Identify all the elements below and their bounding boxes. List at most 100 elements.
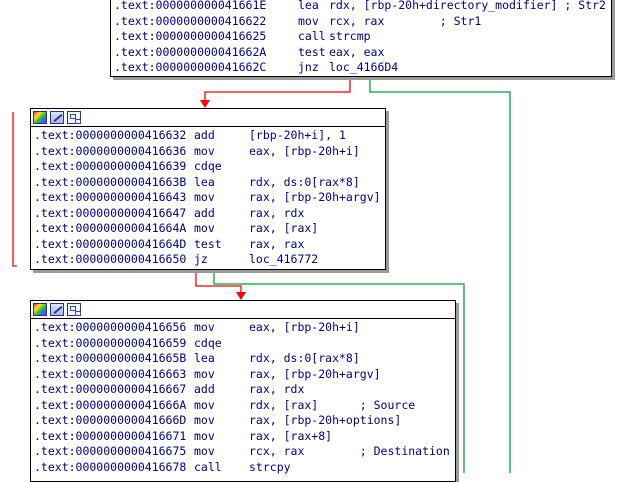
operands[interactable]: rax, [rbp-20h+argv] [249,367,381,383]
mnemonic[interactable]: mov [298,14,319,30]
operands[interactable]: rdx, ds:0[rax*8] [249,175,360,191]
address-label[interactable]: .text:0000000000416622 [114,14,266,30]
asm-line[interactable]: .text:0000000000416632 add [rbp-20h+i], 1 [31,128,385,144]
operands[interactable]: strcmp [329,29,371,45]
operands[interactable]: rax, rdx [249,382,304,398]
address-label[interactable]: .text:000000000041663B [34,175,186,191]
operands[interactable]: rax, [rbp-20h+argv] [249,190,381,206]
edge-top-to-middle[interactable] [204,76,351,102]
mnemonic[interactable]: lea [194,175,215,191]
mnemonic[interactable]: mov [194,320,215,336]
mnemonic[interactable]: cdqe [194,159,222,175]
mnemonic[interactable]: mov [194,190,215,206]
address-label[interactable]: .text:0000000000416632 [34,128,186,144]
mnemonic[interactable]: mov [194,429,215,445]
mnemonic[interactable]: mov [194,413,215,429]
mnemonic[interactable]: call [298,29,326,45]
asm-line[interactable]: .text:0000000000416671 mov rax, [rax+8] [31,429,455,445]
address-label[interactable]: .text:000000000041662A [114,45,266,61]
address-label[interactable]: .text:0000000000416663 [34,367,186,383]
operands[interactable]: loc_4166D4 [329,60,398,76]
address-label[interactable]: .text:0000000000416659 [34,336,186,352]
asm-line[interactable]: .text:0000000000416667 add rax, rdx [31,382,455,398]
address-label[interactable]: .text:0000000000416650 [34,252,186,268]
mnemonic[interactable]: mov [194,144,215,160]
asm-line[interactable]: .text:000000000041661E lea rdx, [rbp-20h+d… [111,0,611,14]
operands[interactable]: eax, eax [329,45,384,61]
asm-line[interactable]: .text:0000000000416659 cdqe [31,336,455,352]
asm-line[interactable]: .text:000000000041666D mov rax, [rbp-20h+o… [31,413,455,429]
mnemonic[interactable]: add [194,128,215,144]
asm-line[interactable]: .text:0000000000416675 mov rcx, rax ; Dest… [31,444,455,460]
color-palette-icon[interactable] [33,303,47,316]
mnemonic[interactable]: mov [194,221,215,237]
asm-line[interactable]: .text:000000000041666A mov rdx, [rax] ; So… [31,398,455,414]
operands[interactable]: rcx, rax ; Str1 [329,14,481,30]
operands[interactable]: rax, [rax+8] [249,429,332,445]
mnemonic[interactable]: lea [298,0,319,14]
brush-icon[interactable] [50,111,64,124]
operands[interactable]: rdx, [rax] ; Source [249,398,415,414]
address-label[interactable]: .text:0000000000416636 [34,144,186,160]
mnemonic[interactable]: jz [194,252,208,268]
mnemonic[interactable]: cdqe [194,336,222,352]
asm-line[interactable]: .text:0000000000416650 jz loc_416772 [31,252,385,268]
mnemonic[interactable]: mov [194,367,215,383]
mnemonic[interactable]: lea [194,351,215,367]
mnemonic[interactable]: jnz [298,60,319,76]
address-label[interactable]: .text:0000000000416639 [34,159,186,175]
operands[interactable]: [rbp-20h+i], 1 [249,128,346,144]
address-label[interactable]: .text:0000000000416643 [34,190,186,206]
address-label[interactable]: .text:000000000041664D [34,237,186,253]
operands[interactable]: rax, [rbp-20h+options] [249,413,401,429]
operands[interactable]: eax, [rbp-20h+i] [249,144,360,160]
code-block-middle[interactable]: .text:0000000000416632 add [rbp-20h+i], 1.… [30,108,386,270]
asm-line[interactable]: .text:0000000000416625 call strcmp [111,29,611,45]
asm-line[interactable]: .text:000000000041662A test eax, eax [111,45,611,61]
asm-line[interactable]: .text:000000000041663B lea rdx, ds:0[rax*8… [31,175,385,191]
asm-line[interactable]: .text:0000000000416643 mov rax, [rbp-20h+a… [31,190,385,206]
address-label[interactable]: .text:0000000000416675 [34,444,186,460]
address-label[interactable]: .text:000000000041666A [34,398,186,414]
operands[interactable]: rcx, rax ; Destination [249,444,450,460]
mnemonic[interactable]: mov [194,444,215,460]
asm-line[interactable]: .text:0000000000416647 add rax, rdx [31,206,385,222]
asm-line[interactable]: .text:0000000000416639 cdqe [31,159,385,175]
operands[interactable]: eax, [rbp-20h+i] [249,320,360,336]
color-palette-icon[interactable] [33,111,47,124]
graph-overview-icon[interactable] [67,303,81,316]
address-label[interactable]: .text:000000000041662C [114,60,266,76]
operands[interactable]: rax, rdx [249,206,304,222]
address-label[interactable]: .text:000000000041665B [34,351,186,367]
edge-left-red[interactable] [12,112,17,267]
mnemonic[interactable]: test [298,45,326,61]
mnemonic[interactable]: test [194,237,222,253]
address-label[interactable]: .text:0000000000416671 [34,429,186,445]
asm-line[interactable]: .text:0000000000416663 mov rax, [rbp-20h+a… [31,367,455,383]
operands[interactable]: loc_416772 [249,252,318,268]
operands[interactable]: rax, rax [249,237,304,253]
asm-line[interactable]: .text:000000000041664A mov rax, [rax] [31,221,385,237]
edge-middle-to-bottom[interactable] [195,270,242,294]
operands[interactable]: rdx, ds:0[rax*8] [249,351,360,367]
operands[interactable]: rdx, [rbp-20h+directory_modifier] ; Str2 [329,0,606,14]
mnemonic[interactable]: add [194,382,215,398]
address-label[interactable]: .text:0000000000416647 [34,206,186,222]
asm-line[interactable]: .text:0000000000416622 mov rcx, rax ; Str1 [111,14,611,30]
asm-line[interactable]: .text:0000000000416636 mov eax, [rbp-20h+i… [31,144,385,160]
code-block-bottom[interactable]: .text:0000000000416656 mov eax, [rbp-20h+i… [30,300,456,482]
address-label[interactable]: .text:000000000041664A [34,221,186,237]
mnemonic[interactable]: mov [194,398,215,414]
asm-line[interactable]: .text:000000000041664D test rax, rax [31,237,385,253]
operands[interactable]: rax, [rax] [249,221,318,237]
address-label[interactable]: .text:000000000041666D [34,413,186,429]
graph-overview-icon[interactable] [67,111,81,124]
code-block-top[interactable]: .text:000000000041661E lea rdx, [rbp-20h+d… [110,0,612,77]
address-label[interactable]: .text:000000000041661E [114,0,266,14]
asm-line[interactable]: .text:000000000041662C jnz loc_4166D4 [111,60,611,76]
asm-line[interactable]: .text:000000000041665B lea rdx, ds:0[rax*8… [31,351,455,367]
address-label[interactable]: .text:0000000000416656 [34,320,186,336]
mnemonic[interactable]: add [194,206,215,222]
address-label[interactable]: .text:0000000000416625 [114,29,266,45]
brush-icon[interactable] [50,303,64,316]
